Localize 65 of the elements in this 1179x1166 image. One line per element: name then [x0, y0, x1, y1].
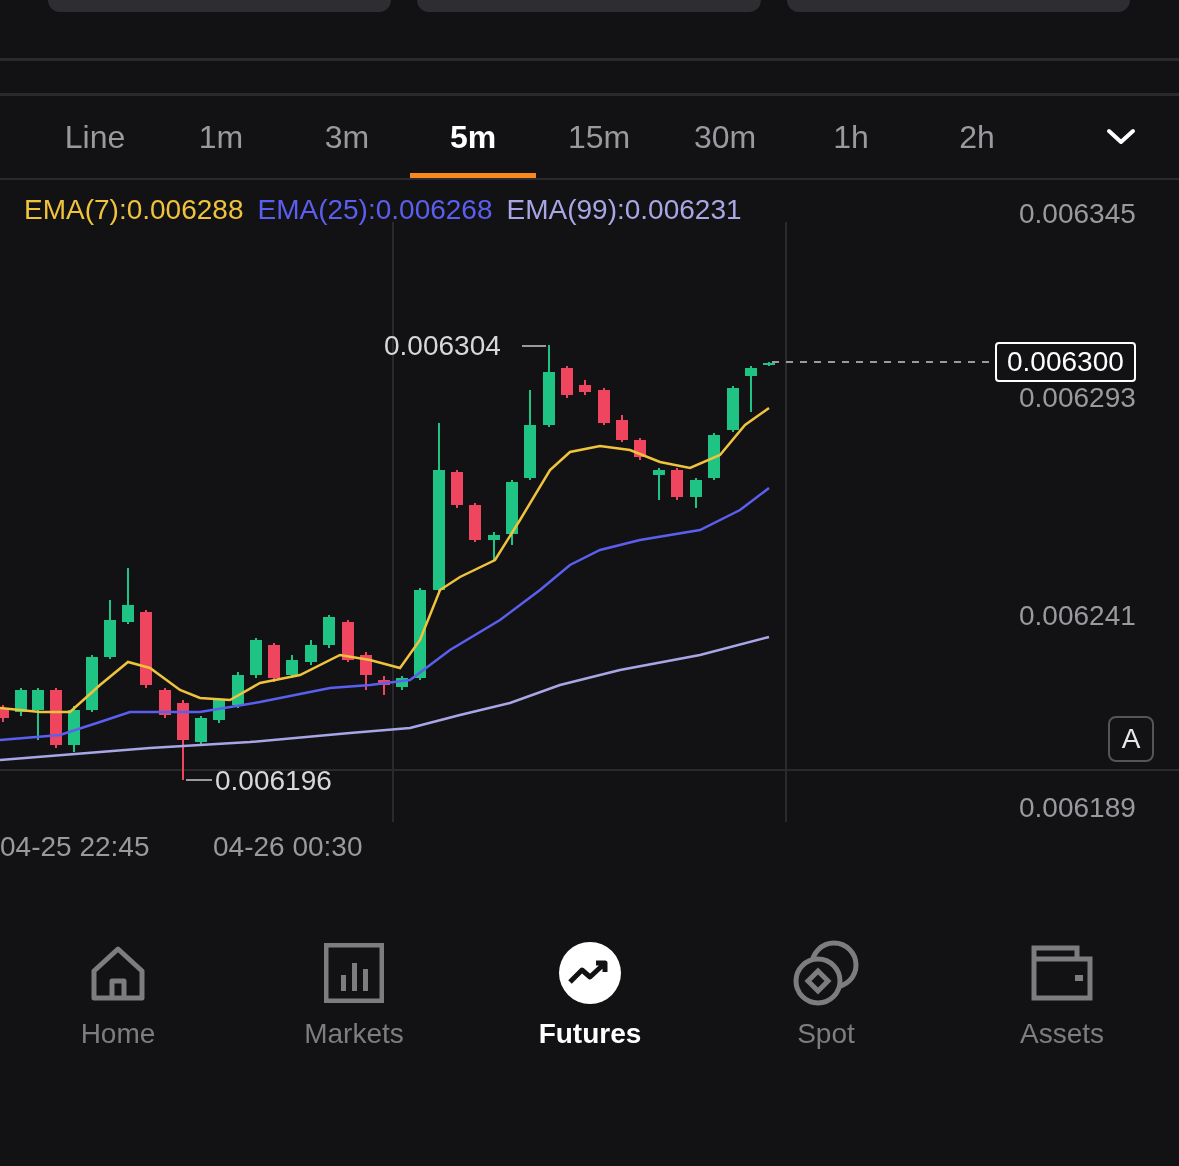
candlestick [342, 619, 354, 663]
price-axis-label: 0.006293 [1019, 382, 1136, 414]
nav-item[interactable]: Spot [708, 940, 944, 1050]
candlestick [232, 671, 244, 709]
candlestick [469, 502, 481, 543]
indicator-value: EMA(99):0.006231 [506, 194, 742, 226]
trending-up-icon [559, 942, 621, 1004]
candlestick [598, 387, 610, 426]
interval-tab[interactable]: 5m [410, 96, 536, 178]
interval-tab[interactable]: 15m [536, 96, 662, 178]
candlestick [579, 379, 591, 396]
high-price-label: 0.006304 [384, 330, 501, 362]
indicator-value: EMA(25):0.006268 [257, 194, 493, 226]
interval-tab[interactable]: Line [32, 96, 158, 178]
coins-icon [793, 940, 859, 1006]
candlestick [396, 675, 408, 691]
candlestick [561, 365, 573, 399]
interval-tab[interactable]: 2h [914, 96, 1040, 178]
nav-item[interactable]: Markets [236, 940, 472, 1050]
candlestick [159, 687, 171, 719]
price-axis-label: 0.006241 [1019, 600, 1136, 632]
candlestick [451, 469, 463, 509]
candlestick [763, 361, 775, 367]
auto-scale-button[interactable]: A [1108, 716, 1154, 762]
candlestick [50, 687, 62, 749]
candlestick [745, 365, 757, 413]
leader-line [521, 345, 547, 347]
candlestick [378, 675, 390, 696]
price-axis-label: 0.006345 [1019, 198, 1136, 230]
candlestick [195, 715, 207, 746]
candlestick [32, 687, 44, 741]
candlestick [305, 639, 317, 666]
interval-tab[interactable]: 1m [158, 96, 284, 178]
candlestick [488, 531, 500, 561]
candlestick [616, 414, 628, 443]
candlestick [727, 385, 739, 433]
last-price-label: 0.006300 [995, 342, 1136, 382]
low-price-label: 0.006196 [215, 765, 332, 797]
time-axis-label: 04-25 22:45 [0, 831, 150, 863]
nav-item[interactable]: Futures [472, 940, 708, 1050]
bar-chart-icon [324, 943, 384, 1003]
candlestick [250, 637, 262, 679]
candlestick [0, 704, 9, 723]
interval-tab[interactable]: 1h [788, 96, 914, 178]
candlestick [323, 614, 335, 649]
candlestick [122, 567, 134, 625]
candlestick [653, 467, 665, 501]
leader-line [185, 779, 213, 781]
price-axis-label: 0.006189 [1019, 792, 1136, 824]
chevron-down-icon[interactable] [1106, 128, 1136, 146]
nav-item[interactable]: Home [0, 940, 236, 1050]
candlestick [690, 477, 702, 509]
candlestick [86, 654, 98, 713]
wallet-icon [1031, 945, 1093, 1001]
interval-tab[interactable]: 30m [662, 96, 788, 178]
candlestick [104, 599, 116, 660]
interval-tab[interactable]: 3m [284, 96, 410, 178]
indicator-value: EMA(7):0.006288 [24, 194, 244, 226]
candlestick [268, 642, 280, 683]
nav-item[interactable]: Assets [944, 940, 1179, 1050]
candlestick [671, 467, 683, 501]
candlestick [506, 479, 518, 546]
candlestick [360, 651, 372, 691]
candlestick [708, 432, 720, 481]
time-axis-label: 04-26 00:30 [213, 831, 363, 863]
